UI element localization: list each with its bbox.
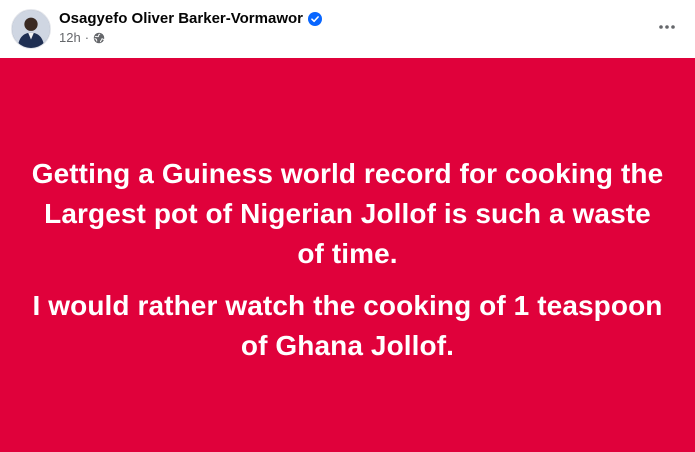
post-timestamp[interactable]: 12h <box>59 30 81 46</box>
post-text-background: Getting a Guiness world record for cooki… <box>0 58 695 452</box>
author-line: Osagyefo Oliver Barker-Vormawor <box>59 10 322 28</box>
author-avatar[interactable] <box>11 9 51 49</box>
author-name[interactable]: Osagyefo Oliver Barker-Vormawor <box>59 10 303 28</box>
post-paragraph-2: I would rather watch the cooking of 1 te… <box>32 290 663 361</box>
meta-separator: · <box>84 30 90 45</box>
post-paragraph-1: Getting a Guiness world record for cooki… <box>31 158 664 269</box>
more-options-icon <box>659 25 675 29</box>
more-options-button[interactable] <box>652 12 682 42</box>
globe-icon[interactable] <box>93 32 105 44</box>
post-meta: 12h · <box>59 30 105 46</box>
verified-badge-icon <box>307 12 322 26</box>
post-header: Osagyefo Oliver Barker-Vormawor 12h · <box>0 0 695 58</box>
